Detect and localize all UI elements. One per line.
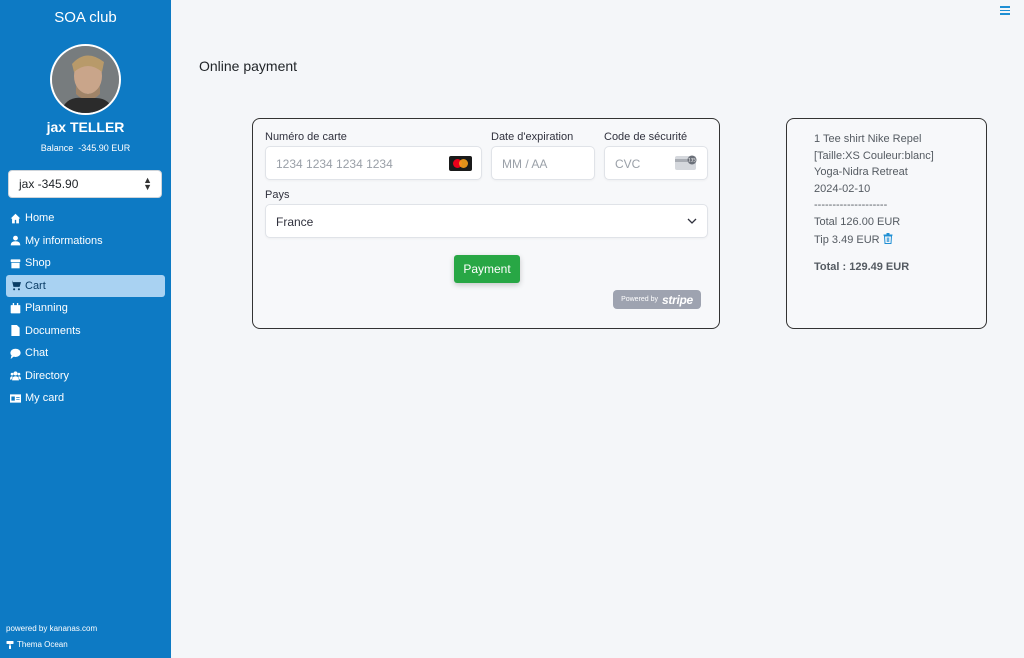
summary-tip-line: Tip 3.49 EUR	[814, 233, 893, 246]
cart-icon	[9, 280, 21, 292]
paint-roller-icon	[6, 640, 14, 649]
user-icon	[9, 235, 21, 247]
balance-label: Balance	[40, 143, 74, 153]
sidebar-item-shop[interactable]: Shop	[6, 252, 165, 275]
sidebar-item-label: Shop	[25, 257, 51, 270]
account-select[interactable]: jax -345.90 ▲ ▼	[8, 170, 162, 198]
powered-by-text: Powered by	[621, 296, 659, 303]
expiry-label: Date d'expiration	[491, 131, 574, 143]
sidebar-item-cart[interactable]: Cart	[6, 274, 165, 297]
menu-toggle-icon[interactable]	[1000, 6, 1010, 16]
card-number-label: Numéro de carte	[265, 131, 347, 143]
sidebar-item-label: My card	[25, 392, 65, 405]
theme-link[interactable]: Thema Ocean	[6, 640, 68, 649]
balance-value: -345.90 EUR	[78, 143, 131, 153]
calendar-icon	[9, 302, 21, 314]
sidebar-item-label: Planning	[25, 302, 68, 315]
username: jax TELLER	[46, 119, 125, 135]
sidebar-item-planning[interactable]: Planning	[6, 297, 165, 320]
sidebar-item-label: Directory	[25, 369, 70, 382]
sidebar-item-home[interactable]: Home	[6, 207, 165, 230]
sidebar-item-label: My informations	[25, 234, 103, 247]
summary-item-line: 1 Tee shirt Nike Repel	[814, 133, 922, 145]
avatar[interactable]	[50, 44, 121, 115]
powered-by-link[interactable]: powered by kananas.com	[6, 624, 97, 633]
sidebar-item-label: Home	[25, 212, 55, 225]
payment-form: Numéro de carte 1234 1234 1234 1234 Date…	[252, 118, 720, 329]
summary-tip: Tip 3.49 EUR	[814, 234, 880, 246]
country-label: Pays	[265, 189, 290, 201]
svg-text:135: 135	[688, 158, 696, 163]
account-select-value: jax -345.90	[19, 177, 79, 191]
users-icon	[9, 370, 21, 382]
card-number-input[interactable]: 1234 1234 1234 1234	[265, 146, 482, 180]
sidebar: SOA club jax TELLER Balance -345.90 EUR …	[0, 0, 171, 658]
page-title: Online payment	[199, 58, 298, 74]
summary-item-line: Yoga-Nidra Retreat	[814, 166, 908, 178]
avatar-image	[52, 46, 119, 113]
sidebar-item-label: Cart	[25, 279, 46, 292]
id-card-icon	[9, 392, 21, 404]
theme-label: Thema Ocean	[17, 640, 68, 649]
expiry-input[interactable]: MM / AA	[491, 146, 595, 180]
chat-icon	[9, 347, 21, 359]
order-summary: 1 Tee shirt Nike Repel [Taille:XS Couleu…	[786, 118, 987, 329]
cvc-label: Code de sécurité	[604, 131, 688, 143]
cvc-card-icon: 135	[675, 155, 697, 170]
summary-item-line: [Taille:XS Couleur:blanc]	[814, 150, 934, 162]
mastercard-icon	[449, 156, 472, 171]
sidebar-item-label: Chat	[25, 347, 49, 360]
summary-item-line: 2024-02-10	[814, 183, 871, 195]
payment-button[interactable]: Payment	[454, 255, 520, 283]
cvc-input[interactable]: CVC 135	[604, 146, 708, 180]
expiry-placeholder: MM / AA	[502, 157, 548, 171]
sidebar-item-my-card[interactable]: My card	[6, 387, 165, 410]
home-icon	[9, 212, 21, 224]
card-number-placeholder: 1234 1234 1234 1234	[276, 157, 393, 171]
powered-by-stripe-badge[interactable]: Powered by stripe	[613, 290, 701, 309]
chevron-down-icon	[687, 218, 697, 224]
sidebar-item-chat[interactable]: Chat	[6, 342, 165, 365]
cvc-placeholder: CVC	[615, 157, 641, 171]
trash-icon[interactable]	[883, 233, 893, 244]
balance-line: Balance -345.90 EUR	[0, 143, 171, 153]
sidebar-item-documents[interactable]: Documents	[6, 320, 165, 343]
select-arrows-icon: ▲ ▼	[143, 175, 152, 192]
country-select[interactable]: France	[265, 204, 708, 238]
sidebar-item-directory[interactable]: Directory	[6, 365, 165, 388]
sidebar-nav: Home My informations Shop Cart Planning …	[6, 207, 165, 410]
store-icon	[9, 257, 21, 269]
brand-title[interactable]: SOA club	[0, 9, 171, 26]
sidebar-item-label: Documents	[25, 324, 81, 337]
file-icon	[9, 325, 21, 337]
stripe-logo: stripe	[662, 292, 693, 307]
summary-separator: --------------------	[814, 199, 888, 211]
country-value: France	[276, 215, 314, 229]
summary-grand-total: Total : 129.49 EUR	[814, 261, 910, 273]
sidebar-item-my-informations[interactable]: My informations	[6, 230, 165, 253]
summary-total: Total 126.00 EUR	[814, 216, 901, 228]
